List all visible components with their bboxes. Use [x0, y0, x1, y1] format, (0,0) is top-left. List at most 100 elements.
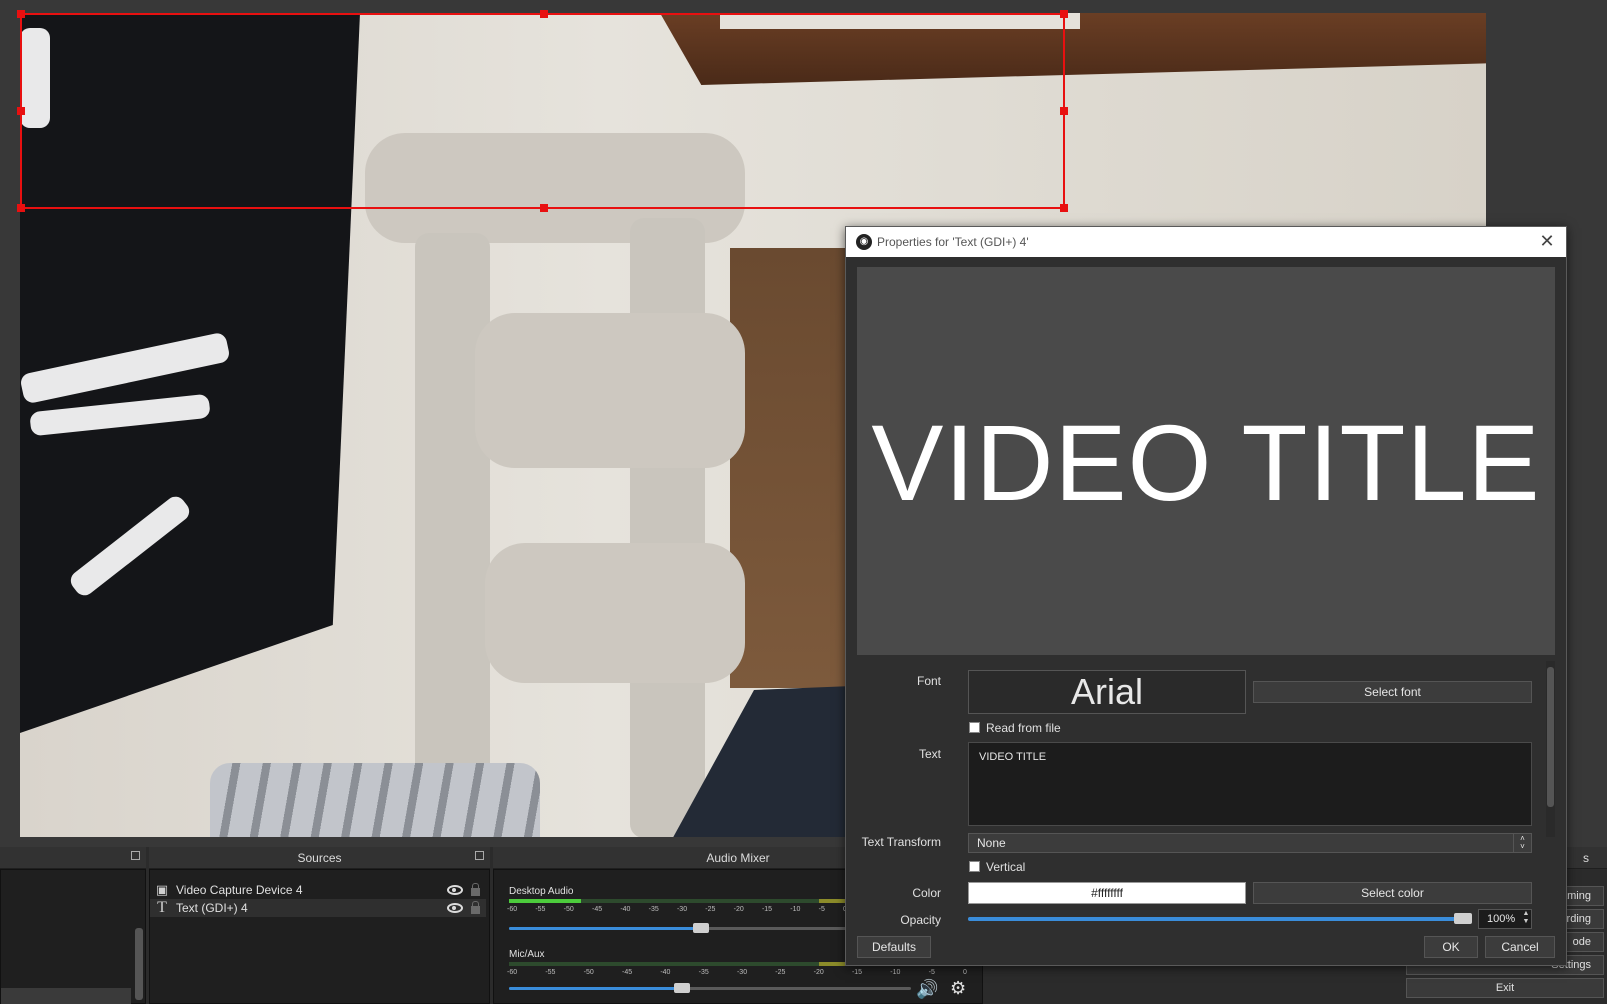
meter-tick-label: -25 [775, 969, 786, 976]
speaker-icon[interactable]: 🔊 [916, 979, 938, 1000]
opacity-slider[interactable] [968, 913, 1472, 924]
scenes-selected-row[interactable] [1, 988, 131, 1004]
radiator [210, 763, 540, 837]
vertical-checkbox[interactable] [969, 861, 980, 872]
text-transform-select[interactable]: None ˄ ˅ [968, 833, 1532, 853]
meter-tick-label: -60 [507, 969, 518, 976]
text-transform-label: Text Transform [861, 835, 941, 849]
meter-tick-label: -5 [818, 906, 825, 913]
meter-tick-label: -40 [660, 969, 671, 976]
meter-scale: -60-55-50-45-40-35-30-25-20-15-10-50 [507, 969, 967, 976]
meter-tick-label: -50 [563, 906, 574, 913]
opacity-slider-knob[interactable] [1454, 913, 1472, 924]
opacity-value: 100% [1487, 913, 1516, 925]
resize-handle[interactable] [540, 10, 548, 18]
source-name: Text (GDI+) 4 [176, 901, 248, 915]
defaults-button[interactable]: Defaults [857, 936, 931, 958]
properties-scrollbar[interactable] [1546, 661, 1555, 837]
scroll-thumb[interactable] [1547, 667, 1554, 807]
scenes-list[interactable] [0, 869, 146, 1004]
resize-handle[interactable] [1060, 107, 1068, 115]
read-from-file-checkbox[interactable] [969, 722, 980, 733]
mixer-channel-label: Desktop Audio [509, 886, 574, 897]
fader-fill [509, 927, 701, 930]
float-dock-icon[interactable] [475, 851, 484, 860]
color-value-field: #ffffffff [968, 882, 1246, 904]
ok-button[interactable]: OK [1424, 936, 1478, 958]
doorway [730, 248, 860, 688]
cat-tree-post [415, 233, 490, 833]
float-dock-icon[interactable] [131, 851, 140, 860]
read-from-file-label: Read from file [986, 721, 1061, 735]
dialog-titlebar[interactable]: ◉ Properties for 'Text (GDI+) 4' ✕ [846, 227, 1566, 257]
lock-icon[interactable] [471, 901, 480, 914]
spin-arrows-icon[interactable]: ▲ ▼ [1519, 910, 1533, 928]
eye-icon[interactable] [447, 885, 463, 895]
fader-knob[interactable] [693, 923, 709, 933]
camera-icon: ▣ [155, 882, 169, 897]
preview-text: VIDEO TITLE [871, 402, 1541, 523]
vertical-label: Vertical [986, 860, 1026, 874]
text-input[interactable]: VIDEO TITLE [968, 742, 1532, 826]
meter-tick-label: -25 [705, 906, 716, 913]
opacity-label: Opacity [900, 913, 941, 927]
volume-fader[interactable] [509, 983, 911, 993]
resize-handle[interactable] [17, 204, 25, 212]
fader-knob[interactable] [673, 983, 690, 993]
exit-button[interactable]: Exit [1406, 978, 1604, 998]
gear-icon[interactable]: ⚙ [950, 978, 966, 999]
resize-handle[interactable] [1060, 10, 1068, 18]
resize-handle[interactable] [17, 10, 25, 18]
properties-dialog: ◉ Properties for 'Text (GDI+) 4' ✕ VIDEO… [845, 226, 1567, 966]
meter-tick-label: -40 [620, 906, 631, 913]
meter-tick-label: -60 [507, 906, 518, 913]
chevron-updown-icon: ˄ ˅ [1513, 834, 1531, 852]
obs-logo-icon: ◉ [856, 234, 872, 250]
meter-tick-label: -5 [928, 969, 935, 976]
resize-handle[interactable] [1060, 204, 1068, 212]
meter-tick-label: -45 [591, 906, 603, 913]
meter-tick-label: -35 [698, 969, 709, 976]
mixer-channel-label: Mic/Aux [509, 949, 545, 960]
scenes-scrollbar[interactable] [135, 928, 143, 1000]
color-label: Color [912, 886, 941, 900]
meter-tick-label: -45 [621, 969, 633, 976]
meter-tick-label: -35 [648, 906, 659, 913]
source-row-video-capture[interactable]: ▣ Video Capture Device 4 [150, 881, 486, 899]
meter-tick-label: 0 [963, 969, 967, 976]
lock-icon[interactable] [471, 883, 480, 896]
close-icon[interactable]: ✕ [1536, 230, 1558, 252]
scenes-dock-title [0, 847, 146, 869]
select-font-button[interactable]: Select font [1253, 681, 1532, 703]
source-row-text[interactable]: T Text (GDI+) 4 [150, 899, 486, 917]
eye-icon[interactable] [447, 903, 463, 913]
text-source-preview: VIDEO TITLE [857, 267, 1555, 655]
opacity-fill [968, 917, 1462, 921]
cat-tree-tube [485, 543, 745, 683]
meter-tick-label: -30 [736, 969, 748, 976]
controls-title: s [1583, 851, 1589, 865]
resize-handle[interactable] [540, 204, 548, 212]
opacity-spinbox[interactable]: 100% ▲ ▼ [1478, 909, 1532, 929]
meter-scale: -60-55-50-45-40-35-30-25-20-15-10-50 [507, 906, 847, 913]
meter-tick-label: -20 [813, 969, 824, 976]
meter-tick-label: -15 [761, 906, 773, 913]
meter-tick-label: -10 [790, 906, 801, 913]
dialog-title: Properties for 'Text (GDI+) 4' [877, 235, 1029, 249]
select-color-button[interactable]: Select color [1253, 882, 1532, 904]
meter-tick-label: -55 [545, 969, 556, 976]
source-name: Video Capture Device 4 [176, 883, 303, 897]
meter-tick-label: -55 [535, 906, 546, 913]
sources-dock-title: Sources [149, 847, 490, 869]
meter-tick-label: -10 [890, 969, 901, 976]
resize-handle[interactable] [17, 107, 25, 115]
text-icon: T [157, 899, 167, 916]
fader-fill [509, 987, 682, 990]
volume-meter [509, 899, 849, 903]
meter-tick-label: -15 [851, 969, 863, 976]
source-selection-box[interactable] [17, 10, 1068, 212]
mixer-title: Audio Mixer [706, 851, 770, 865]
text-label: Text [918, 747, 941, 761]
meter-tick-label: -30 [676, 906, 688, 913]
cancel-button[interactable]: Cancel [1485, 936, 1555, 958]
